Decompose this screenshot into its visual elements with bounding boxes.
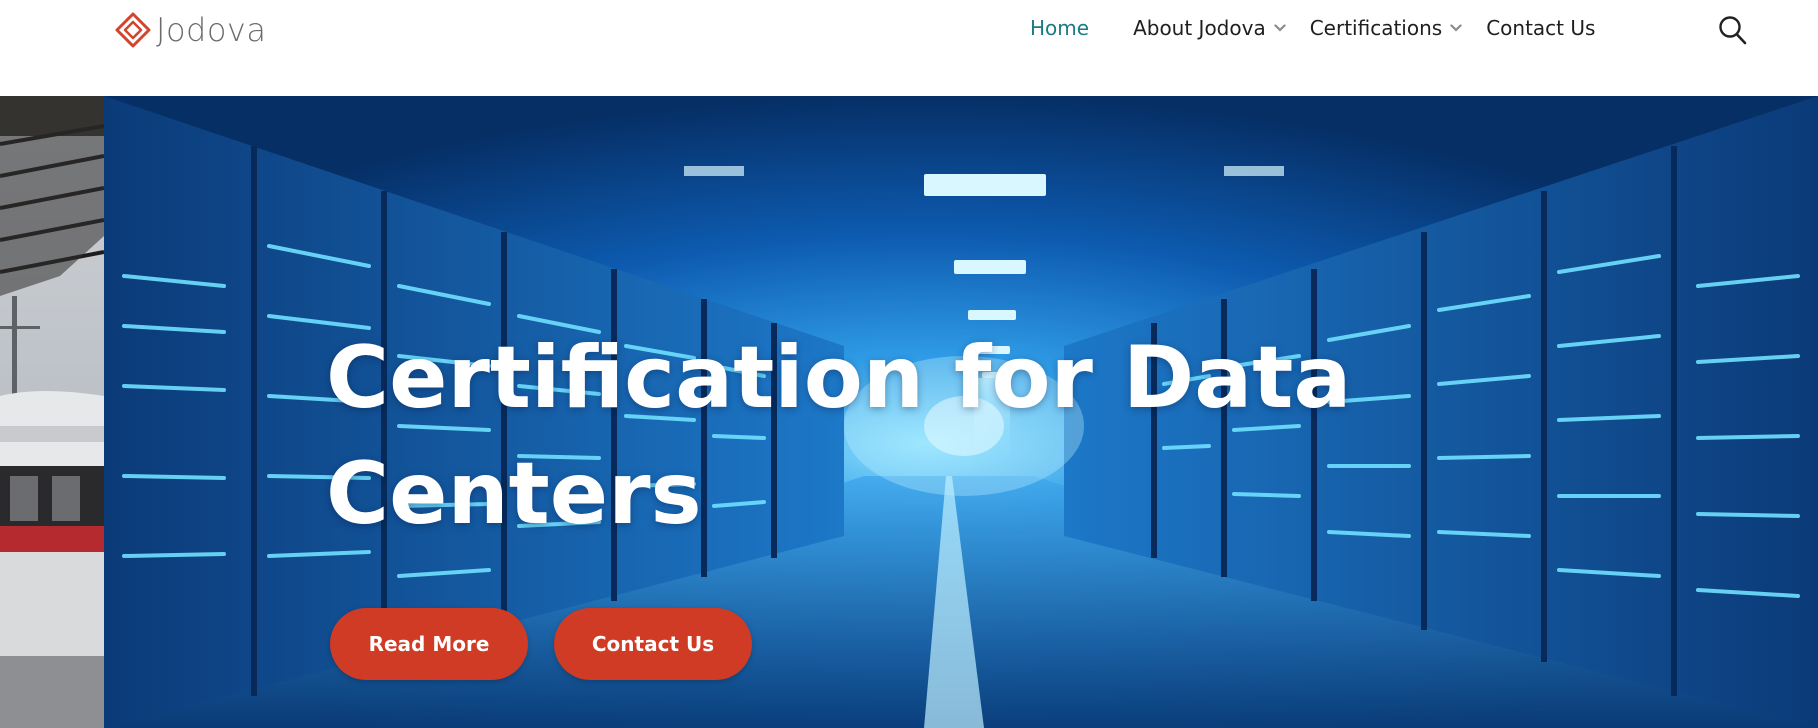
read-more-button[interactable]: Read More bbox=[330, 608, 528, 680]
diamond-logo-icon bbox=[115, 12, 151, 48]
previous-slide-image[interactable] bbox=[0, 96, 104, 728]
site-logo[interactable]: Jodova bbox=[114, 11, 267, 49]
nav-item-label: About Jodova bbox=[1133, 16, 1266, 40]
chevron-down-icon bbox=[1450, 24, 1462, 32]
nav-item-contact[interactable]: Contact Us bbox=[1486, 16, 1595, 40]
brand-name: Jodova bbox=[156, 11, 267, 49]
nav-item-label: Home bbox=[1030, 16, 1090, 40]
search-button[interactable] bbox=[1718, 14, 1748, 46]
nav-item-about[interactable]: About Jodova bbox=[1133, 16, 1286, 40]
contact-us-button[interactable]: Contact Us bbox=[554, 608, 752, 680]
search-icon bbox=[1719, 16, 1747, 45]
nav-item-label: Contact Us bbox=[1486, 16, 1596, 40]
chevron-down-icon bbox=[1274, 24, 1286, 32]
nav-item-home[interactable]: Home bbox=[1030, 16, 1089, 40]
train-station-photo bbox=[0, 96, 104, 728]
hero-slider: Certification for Data Centers Read More… bbox=[0, 96, 1818, 728]
nav-item-certifications[interactable]: Certifications bbox=[1310, 16, 1462, 40]
site-header: Jodova Home About Jodova Certifications … bbox=[0, 0, 1818, 96]
main-nav: Home About Jodova Certifications Contact… bbox=[1030, 12, 1639, 44]
nav-item-label: Certifications bbox=[1309, 16, 1443, 40]
hero-title: Certification for Data Centers bbox=[326, 328, 1352, 544]
